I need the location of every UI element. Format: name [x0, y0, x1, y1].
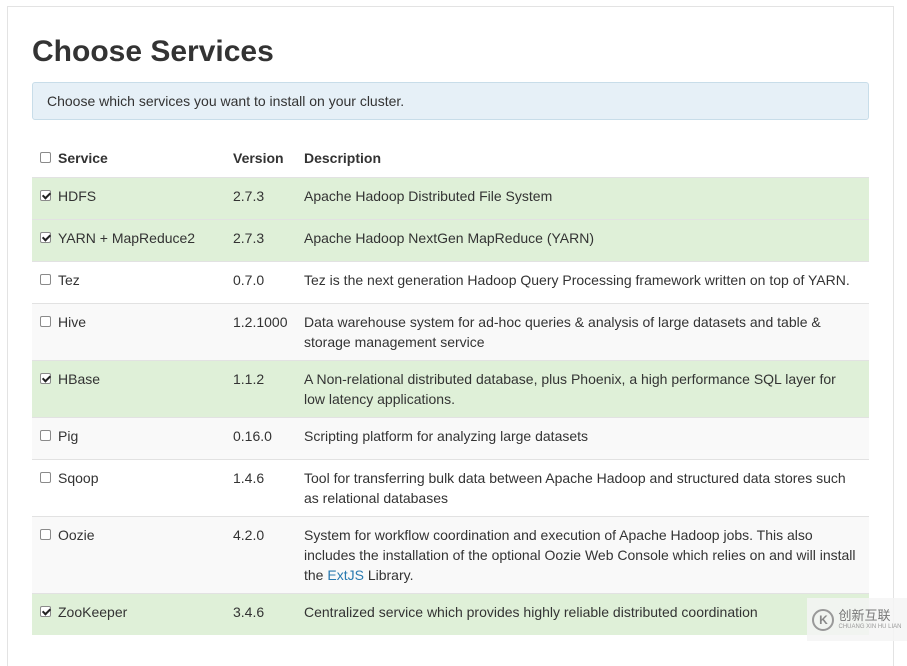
- service-description: Scripting platform for analyzing large d…: [304, 428, 589, 444]
- service-description: Centralized service which provides highl…: [304, 604, 758, 620]
- description-text: Library.: [363, 567, 414, 583]
- table-row: Hive 1.2.1000 Data warehouse system for …: [32, 303, 869, 360]
- service-cell: YARN + MapReduce2: [32, 220, 225, 261]
- service-name: Pig: [58, 428, 79, 444]
- service-version: 2.7.3: [233, 230, 265, 246]
- service-version: 3.4.6: [233, 604, 265, 620]
- service-description: Data warehouse system for ad-hoc queries…: [304, 314, 821, 350]
- service-checkbox-pig[interactable]: [40, 430, 51, 441]
- service-version: 1.4.6: [233, 470, 265, 486]
- service-checkbox-hdfs[interactable]: [40, 190, 51, 201]
- service-checkbox-tez[interactable]: [40, 274, 51, 285]
- table-row: Pig 0.16.0 Scripting platform for analyz…: [32, 417, 869, 459]
- service-description: Tez is the next generation Hadoop Query …: [304, 272, 850, 288]
- table-row: YARN + MapReduce2 2.7.3 Apache Hadoop Ne…: [32, 219, 869, 261]
- watermark-subtitle: CHUANG XIN HU LIAN: [838, 623, 902, 630]
- service-checkbox-sqoop[interactable]: [40, 472, 51, 483]
- service-cell: HDFS: [32, 178, 225, 219]
- table-row: Tez 0.7.0 Tez is the next generation Had…: [32, 261, 869, 303]
- service-version: 1.1.2: [233, 371, 265, 387]
- service-cell: HBase: [32, 361, 225, 417]
- services-table: Service Version Description HDFS 2.7.3 A…: [32, 140, 869, 635]
- page-title: Choose Services: [32, 35, 274, 68]
- table-row: Oozie 4.2.0 System for workflow coordina…: [32, 516, 869, 593]
- select-all-checkbox[interactable]: [40, 152, 51, 163]
- header-description: Description: [304, 150, 382, 166]
- service-cell: Pig: [32, 418, 225, 459]
- service-checkbox-hive[interactable]: [40, 316, 51, 327]
- table-row: ZooKeeper 3.4.6 Centralized service whic…: [32, 593, 869, 635]
- service-name: Oozie: [58, 527, 95, 543]
- service-description: System for workflow coordination and exe…: [296, 517, 869, 593]
- service-cell: Oozie: [32, 517, 225, 593]
- service-cell: Tez: [32, 262, 225, 303]
- watermark: K 创新互联 CHUANG XIN HU LIAN: [807, 598, 907, 641]
- service-version: 2.7.3: [233, 188, 265, 204]
- header-service-cell: Service: [32, 140, 225, 177]
- service-version: 1.2.1000: [233, 314, 288, 330]
- table-row: HDFS 2.7.3 Apache Hadoop Distributed Fil…: [32, 177, 869, 219]
- service-description: Apache Hadoop Distributed File System: [304, 188, 553, 204]
- table-row: HBase 1.1.2 A Non-relational distributed…: [32, 360, 869, 417]
- service-name: Hive: [58, 314, 87, 330]
- service-version: 0.7.0: [233, 272, 265, 288]
- service-checkbox-yarn[interactable]: [40, 232, 51, 243]
- watermark-title: 创新互联: [838, 607, 891, 623]
- service-name: Sqoop: [58, 470, 99, 486]
- service-cell: Sqoop: [32, 460, 225, 516]
- extjs-link[interactable]: ExtJS: [327, 567, 364, 583]
- service-description: Tool for transferring bulk data between …: [304, 470, 846, 506]
- header-service: Service: [58, 150, 108, 166]
- service-checkbox-zookeeper[interactable]: [40, 606, 51, 617]
- service-cell: Hive: [32, 304, 225, 360]
- service-description: Apache Hadoop NextGen MapReduce (YARN): [304, 230, 595, 246]
- info-alert: Choose which services you want to instal…: [32, 82, 869, 120]
- table-header: Service Version Description: [32, 140, 869, 177]
- service-checkbox-oozie[interactable]: [40, 529, 51, 540]
- service-name: YARN + MapReduce2: [58, 230, 196, 246]
- service-name: ZooKeeper: [58, 604, 128, 620]
- service-cell: ZooKeeper: [32, 594, 225, 635]
- service-name: HBase: [58, 371, 101, 387]
- service-name: Tez: [58, 272, 80, 288]
- service-name: HDFS: [58, 188, 97, 204]
- service-version: 0.16.0: [233, 428, 272, 444]
- table-row: Sqoop 1.4.6 Tool for transferring bulk d…: [32, 459, 869, 516]
- service-version: 4.2.0: [233, 527, 265, 543]
- watermark-text: 创新互联 CHUANG XIN HU LIAN: [838, 607, 902, 631]
- watermark-logo-icon: K: [812, 608, 835, 631]
- header-version: Version: [233, 150, 284, 166]
- service-description: A Non-relational distributed database, p…: [304, 371, 836, 407]
- service-checkbox-hbase[interactable]: [40, 373, 51, 384]
